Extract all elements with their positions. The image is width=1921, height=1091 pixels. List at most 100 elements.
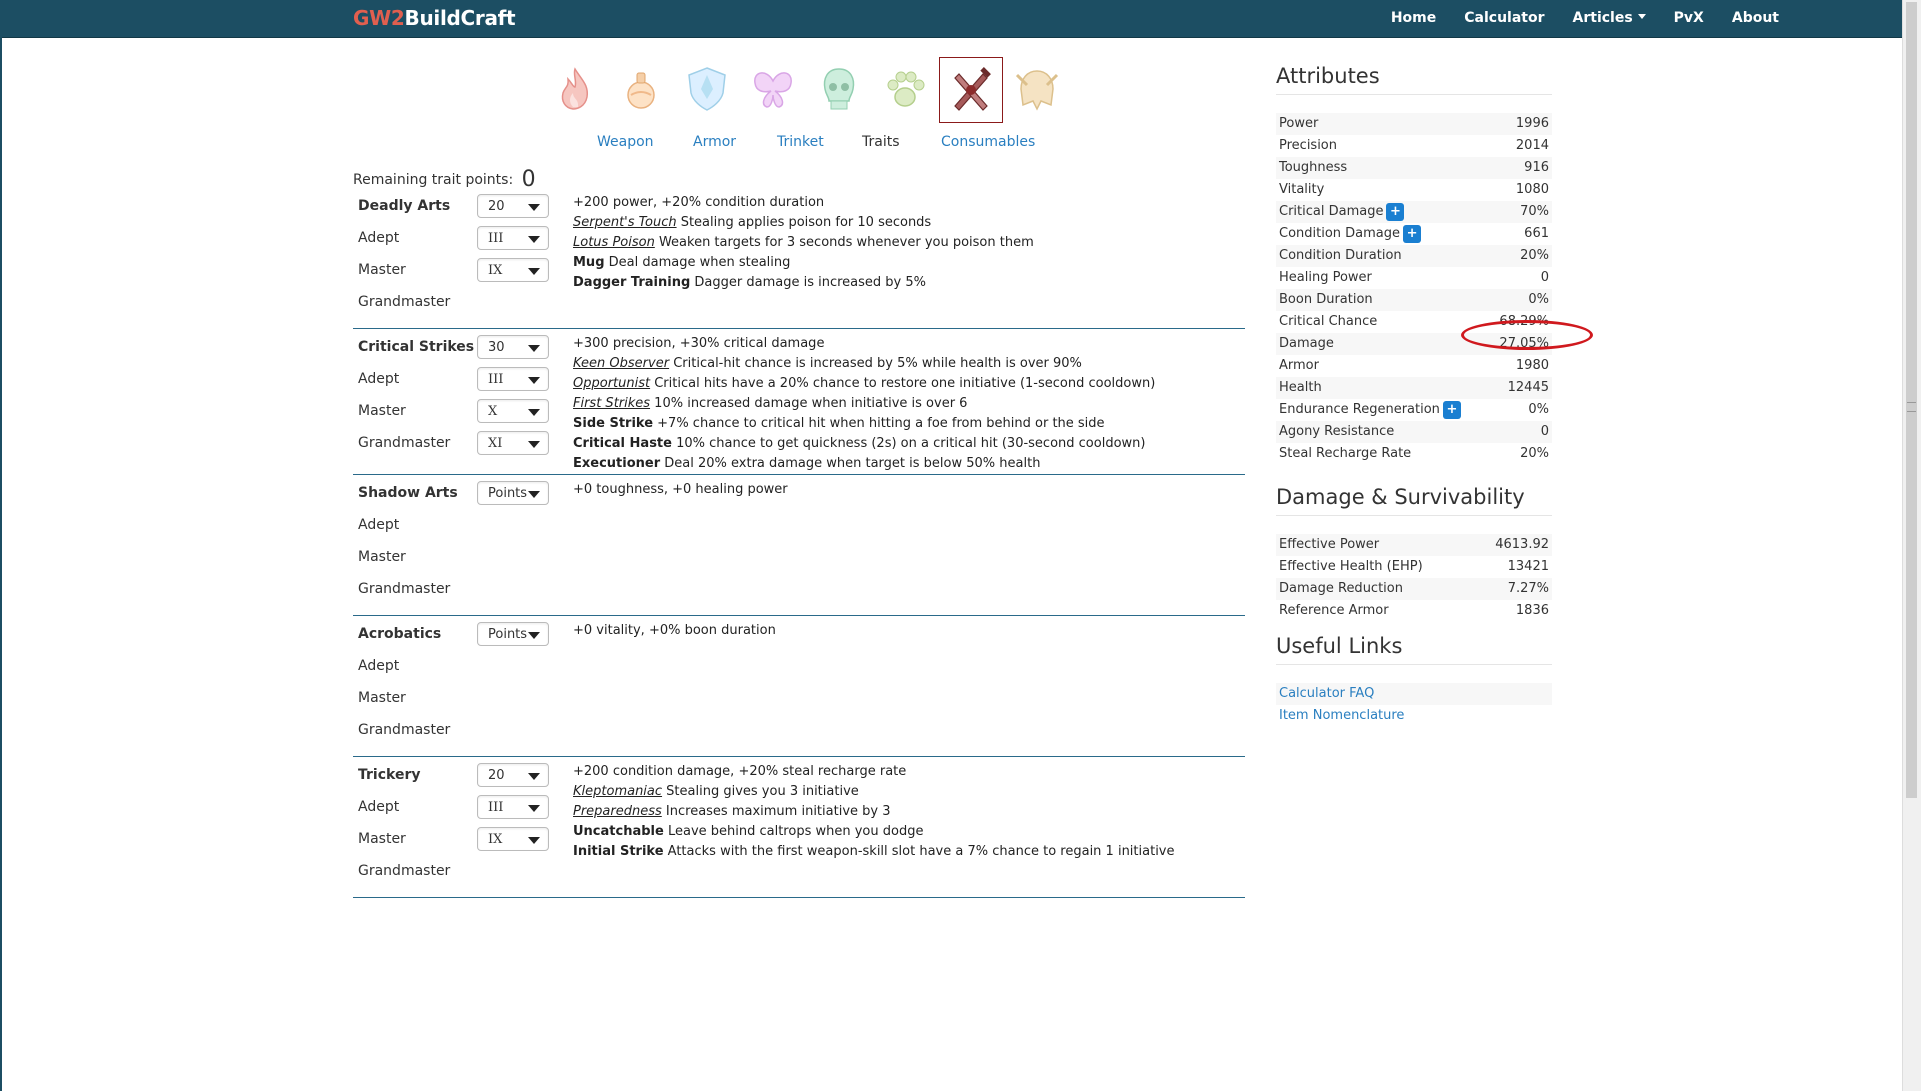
skull-icon[interactable] <box>806 56 872 122</box>
attribute-row-precision: Precision 2014 <box>1276 135 1552 157</box>
trait-name-major[interactable]: Serpent's Touch <box>573 215 677 230</box>
select-value: XI <box>488 436 503 451</box>
trait-tree-deadly-arts: Deadly Arts 20 Adept III Master IX Grandmaster… <box>353 187 1245 329</box>
master-select[interactable]: X <box>477 399 549 423</box>
attribute-label: Endurance Regeneration <box>1279 402 1440 417</box>
chevron-down-icon <box>528 268 540 275</box>
top-navbar: GW2BuildCraft Home Calculator Articles P… <box>0 0 1903 38</box>
expand-plus-button[interactable]: + <box>1442 400 1461 419</box>
nav-articles-label: Articles <box>1572 10 1633 26</box>
thief-icon[interactable] <box>939 57 1003 123</box>
trait-line: Mug Deal damage when stealing <box>573 255 790 270</box>
points-select[interactable]: Points <box>477 622 549 646</box>
chevron-down-icon <box>528 345 540 352</box>
attribute-value: 916 <box>1524 160 1549 175</box>
tree-summary: +0 vitality, +0% boon duration <box>573 623 776 638</box>
adept-select[interactable]: III <box>477 367 549 391</box>
expand-plus-button[interactable]: + <box>1403 224 1422 243</box>
tree-name: Deadly Arts <box>358 198 451 214</box>
trait-text: 10% increased damage when initiative is … <box>650 396 968 411</box>
grandmaster-select[interactable]: XI <box>477 431 549 455</box>
tree-name: Trickery <box>358 767 421 783</box>
paw-icon[interactable] <box>872 56 938 122</box>
nav-links: Home Calculator Articles PvX About <box>1377 0 1793 37</box>
attribute-label: Toughness <box>1279 160 1348 175</box>
trait-line: Preparedness Increases maximum initiativ… <box>573 804 891 819</box>
adept-select[interactable]: III <box>477 795 549 819</box>
trait-name-minor: Side Strike <box>573 416 654 431</box>
master-select[interactable]: IX <box>477 258 549 282</box>
select-value: Points <box>488 486 528 501</box>
nav-articles-dropdown[interactable]: Articles <box>1559 0 1660 37</box>
fire-icon[interactable] <box>542 56 608 122</box>
trait-text: Deal damage when stealing <box>604 255 791 270</box>
points-select[interactable]: 20 <box>477 194 549 218</box>
trait-text: Dagger damage is increased by 5% <box>690 275 926 290</box>
tree-name: Critical Strikes <box>358 339 475 355</box>
master-select[interactable]: IX <box>477 827 549 851</box>
attributes-panel: Attributes Power 1996 Precision 2014 Toughne… <box>1276 64 1552 465</box>
tier-label-adept: Adept <box>358 371 400 387</box>
attribute-value: 1996 <box>1515 116 1549 131</box>
trait-name-major[interactable]: Kleptomaniac <box>573 784 662 799</box>
attribute-value: 0 <box>1540 270 1549 285</box>
expand-plus-button[interactable]: + <box>1386 202 1405 221</box>
trait-name-major[interactable]: Keen Observer <box>573 356 669 371</box>
points-select[interactable]: Points <box>477 481 549 505</box>
points-select[interactable]: 20 <box>477 763 549 787</box>
damage-label: Effective Power <box>1279 537 1380 552</box>
nav-about[interactable]: About <box>1718 0 1793 37</box>
trait-text: Critical-hit chance is increased by 5% w… <box>669 356 1082 371</box>
link-item-nomenclature[interactable]: Item Nomenclature <box>1279 708 1404 723</box>
trait-text: +7% chance to critical hit when hitting … <box>653 416 1105 431</box>
tier-label-adept: Adept <box>358 230 400 246</box>
select-value: III <box>488 800 504 815</box>
trait-tree-trickery: Trickery 20 Adept III Master IX Grandmaster +20… <box>353 756 1245 898</box>
attribute-row-vitality: Vitality 1080 <box>1276 179 1552 201</box>
trait-name-major[interactable]: First Strikes <box>573 396 650 411</box>
remaining-label: Remaining trait points: <box>353 172 514 188</box>
trait-line: Kleptomaniac Stealing gives you 3 initia… <box>573 784 859 799</box>
trait-name-major[interactable]: Opportunist <box>573 376 650 391</box>
attribute-row-health: Health 12445 <box>1276 377 1552 399</box>
brand-part-buildcraft: BuildCraft <box>404 6 516 30</box>
trait-line: Uncatchable Leave behind caltrops when y… <box>573 824 923 839</box>
trait-name-major[interactable]: Preparedness <box>573 804 662 819</box>
chevron-down-icon <box>528 236 540 243</box>
brand-logo[interactable]: GW2BuildCraft <box>353 6 516 30</box>
attribute-row-toughness: Toughness 916 <box>1276 157 1552 179</box>
tab-trinket[interactable]: Trinket <box>777 134 824 150</box>
scrollbar-thumb[interactable] <box>1906 2 1917 798</box>
trait-line: Serpent's Touch Stealing applies poison … <box>573 215 931 230</box>
link-calculator-faq[interactable]: Calculator FAQ <box>1279 686 1374 701</box>
tier-label-master: Master <box>358 831 406 847</box>
nav-calculator[interactable]: Calculator <box>1450 0 1558 37</box>
trait-name-minor: Executioner <box>573 456 661 471</box>
builder-tabs: Weapon Armor Trinket Traits Consumables <box>0 134 1921 154</box>
brand-part-gw2: GW2 <box>353 6 405 30</box>
trait-text: Stealing applies poison for 10 seconds <box>676 215 932 230</box>
shield-icon[interactable] <box>674 56 740 122</box>
damage-row-damage-reduction: Damage Reduction 7.27% <box>1276 578 1552 600</box>
page-scrollbar[interactable] <box>1902 0 1921 1091</box>
trait-line: Lotus Poison Weaken targets for 3 second… <box>573 235 1034 250</box>
points-select[interactable]: 30 <box>477 335 549 359</box>
attribute-label: Critical Damage <box>1279 204 1384 219</box>
attribute-row-armor: Armor 1980 <box>1276 355 1552 377</box>
helmet-icon[interactable] <box>1004 56 1070 122</box>
trait-name-major[interactable]: Lotus Poison <box>573 235 655 250</box>
tier-label-grandmaster: Grandmaster <box>358 722 451 738</box>
damage-title: Damage & Survivability <box>1276 485 1552 516</box>
nav-home[interactable]: Home <box>1377 0 1450 37</box>
potion-icon[interactable] <box>608 56 674 122</box>
attribute-label: Damage <box>1279 336 1334 351</box>
adept-select[interactable]: III <box>477 226 549 250</box>
tab-traits[interactable]: Traits <box>862 134 900 150</box>
tab-weapon[interactable]: Weapon <box>597 134 654 150</box>
attribute-value: 1980 <box>1515 358 1549 373</box>
tab-armor[interactable]: Armor <box>693 134 736 150</box>
nav-pvx[interactable]: PvX <box>1660 0 1718 37</box>
butterfly-icon[interactable] <box>740 56 806 122</box>
tab-consumables[interactable]: Consumables <box>941 134 1035 150</box>
chevron-down-icon <box>528 441 540 448</box>
